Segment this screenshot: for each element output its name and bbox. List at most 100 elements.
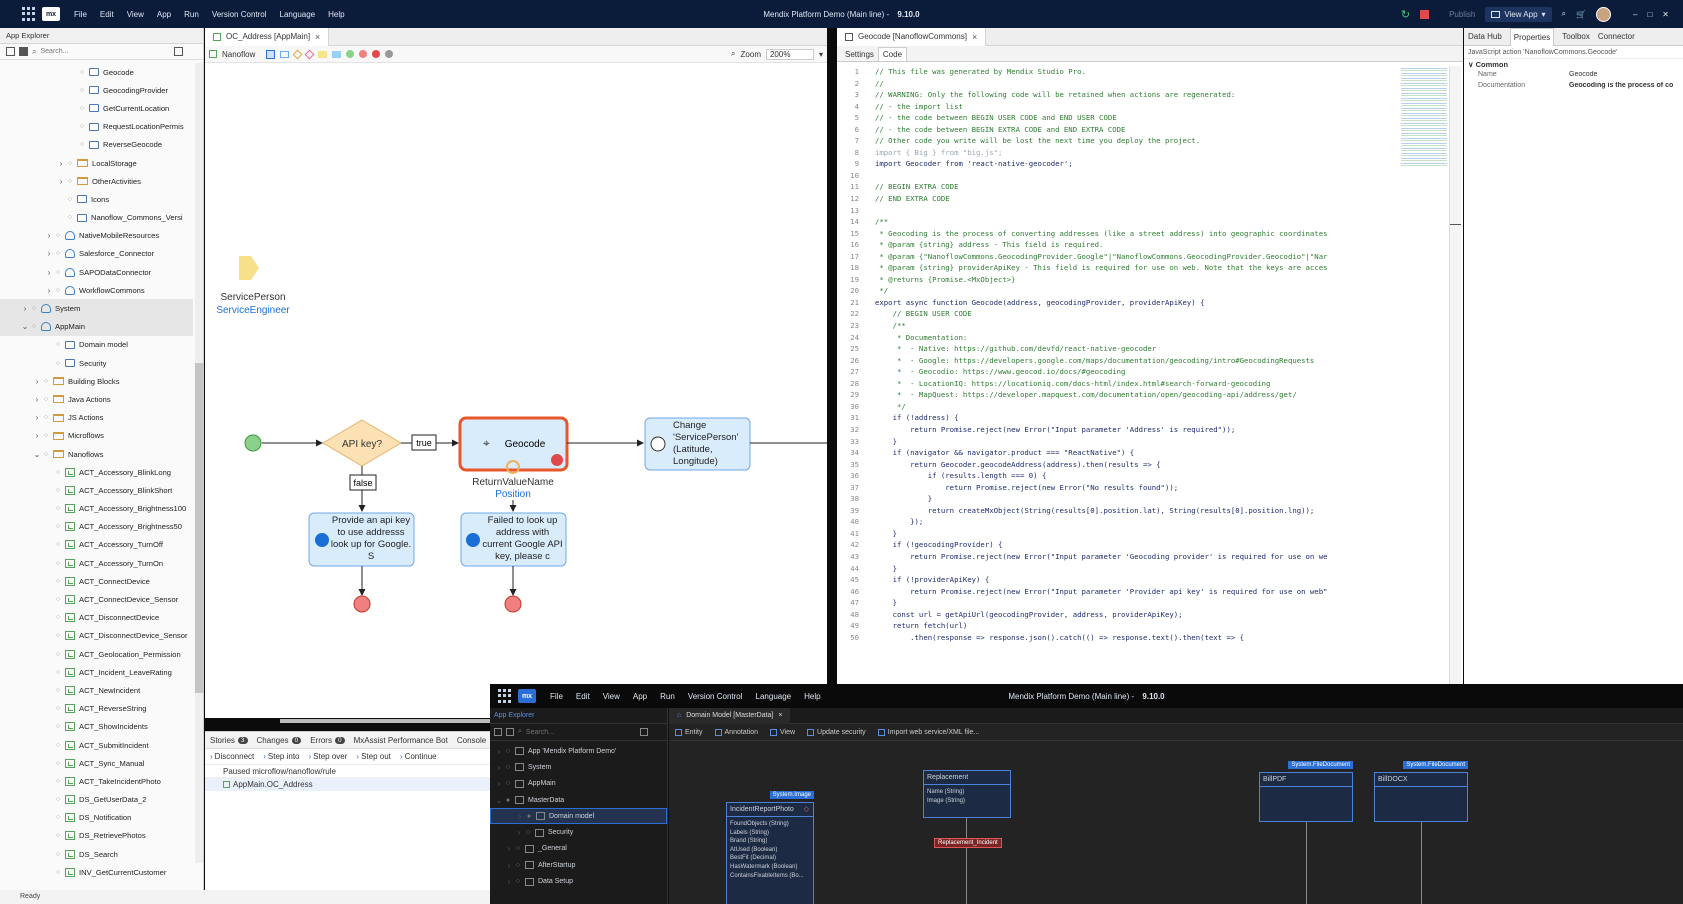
chevron-right-icon[interactable]: › <box>56 177 66 186</box>
menu-item-edit[interactable]: Edit <box>100 10 114 19</box>
tree-item[interactable]: ○ DS_Search <box>0 845 193 863</box>
activity-tool-icon[interactable] <box>280 50 290 58</box>
chevron-down-icon[interactable]: ⌄ <box>32 450 42 459</box>
menu-item-version-control[interactable]: Version Control <box>212 10 267 19</box>
entity-replacement[interactable]: Replacement Name (String) Image (String) <box>923 770 1011 818</box>
tree-item[interactable]: ○ ACT_Accessory_BlinkShort <box>0 481 193 499</box>
close-icon[interactable]: ✕ <box>1662 10 1669 19</box>
debug-button-step-over[interactable]: › Step over <box>309 752 348 761</box>
cart-icon[interactable]: 🛒 <box>1576 10 1586 19</box>
filter-icon[interactable] <box>174 47 184 56</box>
explorer-scrollbar[interactable] <box>195 63 203 863</box>
nanoflow-canvas[interactable]: ServicePerson ServiceEngineer API key? t… <box>205 63 827 718</box>
tree-item[interactable]: ○ Icons <box>0 190 193 208</box>
toolbar-update[interactable]: Update security <box>807 728 866 736</box>
tree-item[interactable]: ○ ACT_NewIncident <box>0 681 193 699</box>
tree-item[interactable]: › ○ System <box>490 759 667 775</box>
chevron-right-icon[interactable]: › <box>44 286 54 295</box>
tree-item[interactable]: › ○ JS Actions <box>0 409 193 427</box>
search-input[interactable] <box>525 728 636 736</box>
entity-incident-photo[interactable]: System.Image IncidentReportPhoto ◇ FoundO… <box>726 791 814 904</box>
tree-item[interactable]: ○ ACT_Sync_Manual <box>0 754 193 772</box>
filter-icon[interactable] <box>639 728 648 736</box>
tree-item[interactable]: › ○ SAPODataConnector <box>0 263 193 281</box>
chevron-right-icon[interactable]: › <box>504 844 514 853</box>
tree-item[interactable]: ○ GeocodingProvider <box>0 81 193 99</box>
tree-item[interactable]: › ○ AppMain <box>490 776 667 792</box>
tree-item[interactable]: ○ ACT_Geolocation_Permission <box>0 645 193 663</box>
loop-tool-icon[interactable] <box>318 50 328 58</box>
decision-tool-icon[interactable] <box>292 49 303 59</box>
entity-billdocx[interactable]: System.FileDocument BillDOCX <box>1374 761 1468 822</box>
zoom-select[interactable]: 200% <box>765 48 814 60</box>
tree-item[interactable]: › ● Domain model <box>490 808 667 825</box>
annotation-tool-icon[interactable] <box>332 50 342 58</box>
tab-properties[interactable]: Properties <box>1509 27 1555 46</box>
tree-item[interactable]: ○ RequestLocationPermis <box>0 118 193 136</box>
tree-item[interactable]: ⌄ ● MasterData <box>490 792 667 808</box>
tree-item[interactable]: ○ ACT_Incident_LeaveRating <box>0 663 193 681</box>
debug-tab[interactable]: Stories 3 <box>210 736 248 745</box>
expand-all-icon[interactable] <box>19 47 28 56</box>
property-row[interactable]: Name Geocode <box>1464 71 1683 82</box>
menu-item-help[interactable]: Help <box>328 10 344 19</box>
menu-item-version-control[interactable]: Version Control <box>688 692 743 701</box>
tree-item[interactable]: › ○ App 'Mendix Platform Demo' <box>490 743 667 759</box>
maximize-icon[interactable]: □ <box>1647 10 1652 19</box>
end-event[interactable] <box>353 595 371 613</box>
menu-item-run[interactable]: Run <box>660 692 675 701</box>
debug-button-step-out[interactable]: › Step out <box>356 752 390 761</box>
properties-section[interactable]: ∨ Common <box>1464 59 1683 71</box>
menu-item-view[interactable]: View <box>603 692 620 701</box>
tree-item[interactable]: ⌄ ○ Nanoflows <box>0 445 193 463</box>
menu-item-help[interactable]: Help <box>804 692 820 701</box>
debug-tab[interactable]: Changes 0 <box>257 736 302 745</box>
toolbar-annotation[interactable]: Annotation <box>714 728 758 736</box>
chevron-right-icon[interactable]: › <box>504 861 514 870</box>
tree-item[interactable]: ○ ACT_DisconnectDevice_Sensor <box>0 627 193 645</box>
publish-button[interactable]: Publish <box>1449 10 1475 19</box>
menu-item-file[interactable]: File <box>74 10 87 19</box>
code-scrollbar[interactable] <box>1449 66 1461 684</box>
debug-button-step-into[interactable]: › Step into <box>263 752 299 761</box>
debug-row[interactable]: AppMain.OC_Address <box>205 778 490 791</box>
tab-toolbox[interactable]: Toolbox <box>1562 32 1590 41</box>
chevron-right-icon[interactable]: › <box>56 159 66 168</box>
toolbar-import[interactable]: Import web service/XML file... <box>877 728 979 736</box>
tree-item[interactable]: › ○ LocalStorage <box>0 154 193 172</box>
tab-data-hub[interactable]: Data Hub <box>1468 32 1502 41</box>
menu-item-language[interactable]: Language <box>280 10 316 19</box>
tree-item[interactable]: ○ GetCurrentLocation <box>0 99 193 117</box>
debug-tab[interactable]: Console <box>457 736 486 745</box>
collapse-all-icon[interactable] <box>494 728 502 736</box>
stop-icon[interactable] <box>1420 9 1430 19</box>
search-input[interactable] <box>40 48 171 55</box>
debug-row[interactable]: Paused microflow/nanoflow/rule <box>205 765 490 778</box>
tab-oc-address[interactable]: OC_Address [AppMain] × <box>205 27 330 46</box>
app-grid-icon[interactable] <box>498 689 512 703</box>
sync-icon[interactable]: ↻ <box>1401 8 1410 21</box>
menu-item-language[interactable]: Language <box>756 692 792 701</box>
app-grid-icon[interactable] <box>22 7 36 21</box>
chevron-right-icon[interactable]: › <box>32 431 42 440</box>
code-minimap[interactable] <box>1401 66 1447 166</box>
tree-item[interactable]: › ○ Security <box>490 824 667 840</box>
error-tool-icon[interactable] <box>372 50 381 58</box>
tree-item[interactable]: ○ DS_Notification <box>0 809 193 827</box>
tree-item[interactable]: ○ ACT_SubmitIncident <box>0 736 193 754</box>
menu-item-edit[interactable]: Edit <box>576 692 590 701</box>
tree-item[interactable]: ○ INV_GetCurrentCustomer <box>0 863 193 881</box>
entity-billpdf[interactable]: System.FileDocument BillPDF <box>1259 761 1353 822</box>
avatar[interactable] <box>1596 6 1611 22</box>
chevron-right-icon[interactable]: › <box>494 779 504 788</box>
menu-item-view[interactable]: View <box>127 10 144 19</box>
tree-item[interactable]: ○ ReverseGeocode <box>0 136 193 154</box>
break-tool-icon[interactable] <box>385 50 394 58</box>
tree-item[interactable]: ○ DS_RetrievePhotos <box>0 827 193 845</box>
tab-geocode[interactable]: Geocode [NanoflowCommons] × <box>837 27 987 46</box>
tree-item[interactable]: › ○ WorkflowCommons <box>0 281 193 299</box>
menu-item-app[interactable]: App <box>157 10 171 19</box>
chevron-right-icon[interactable]: › <box>20 304 30 313</box>
chevron-right-icon[interactable]: › <box>504 877 514 886</box>
chevron-right-icon[interactable]: › <box>44 231 54 240</box>
